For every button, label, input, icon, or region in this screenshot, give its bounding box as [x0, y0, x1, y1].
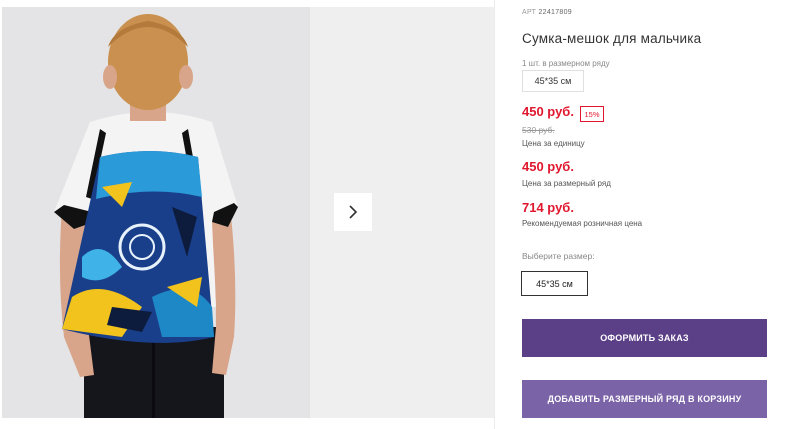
size-selector-label: Выберите размер: [522, 251, 595, 261]
discount-badge: 15% [580, 106, 604, 122]
article-value: 22417809 [538, 9, 572, 16]
chevron-right-icon [349, 205, 358, 219]
next-image-button[interactable] [334, 193, 372, 231]
pack-price-caption: Цена за размерный ряд [522, 179, 611, 188]
retail-price: 714 руб. [522, 200, 574, 215]
pack-quantity-label: 1 шт. в размерном ряду [522, 59, 610, 68]
retail-price-caption: Рекомендуемая розничная цена [522, 219, 643, 228]
article-label: АРТ [522, 9, 537, 16]
panel-divider [494, 0, 495, 429]
product-gallery [0, 0, 495, 429]
unit-price: 450 руб. [522, 104, 574, 119]
unit-price-caption: Цена за единицу [522, 139, 585, 148]
add-to-cart-button[interactable]: ДОБАВИТЬ РАЗМЕРНЫЙ РЯД В КОРЗИНУ [522, 380, 767, 418]
old-price: 530 руб. [522, 125, 555, 135]
place-order-button[interactable]: ОФОРМИТЬ ЗАКАЗ [522, 319, 767, 357]
product-title: Сумка-мешок для мальчика [522, 31, 702, 46]
boy-with-drawstring-bag-image [2, 7, 310, 418]
pack-size-badge: 45*35 см [522, 70, 584, 92]
pack-price: 450 руб. [522, 159, 574, 174]
product-photo[interactable] [2, 7, 310, 418]
size-option-45x35[interactable]: 45*35 см [521, 271, 588, 296]
article-number: АРТ 22417809 [522, 9, 572, 16]
